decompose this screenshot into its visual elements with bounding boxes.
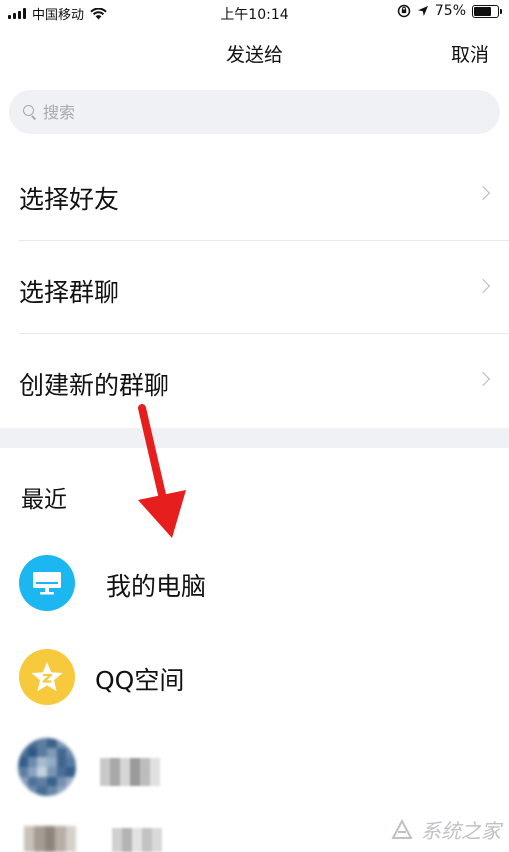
search-input[interactable] <box>43 102 463 122</box>
contact-row-qzone[interactable]: QQ空间 <box>0 636 509 730</box>
contact-name: 我的电脑 <box>106 572 207 601</box>
status-right: 75% <box>397 3 502 19</box>
page-title: 发送给 <box>225 44 283 66</box>
avatar <box>19 555 75 611</box>
select-group-label: 选择群聊 <box>19 278 120 307</box>
rotation-lock-icon <box>397 4 411 18</box>
search-box[interactable] <box>9 90 500 134</box>
cancel-button[interactable]: 取消 <box>451 40 489 67</box>
create-group-row[interactable]: 创建新的群聊 <box>0 334 509 427</box>
contact-name-redacted <box>100 758 160 786</box>
avatar <box>19 649 75 705</box>
create-group-label: 创建新的群聊 <box>19 371 170 400</box>
select-group-row[interactable]: 选择群聊 <box>0 241 509 334</box>
contact-row-blurred[interactable] <box>0 728 509 822</box>
watermark-text: 系统之家 <box>421 819 501 843</box>
chevron-right-icon <box>475 371 491 387</box>
watermark: 系统之家 <box>389 815 501 844</box>
chevron-right-icon <box>475 185 491 201</box>
nav-bar: 发送给 取消 <box>0 26 509 78</box>
battery-fill <box>474 6 492 16</box>
qzone-star-icon <box>31 662 63 692</box>
avatar <box>24 826 77 852</box>
avatar <box>18 738 76 796</box>
search-icon <box>23 105 37 119</box>
battery-icon <box>472 4 502 18</box>
location-icon <box>417 6 428 16</box>
contact-name-redacted <box>112 828 162 852</box>
watermark-logo-icon <box>391 818 413 839</box>
section-separator <box>0 428 509 448</box>
status-bar: 中国移动 上午10:14 75% <box>0 0 509 26</box>
select-friends-label: 选择好友 <box>19 185 120 214</box>
contact-row-my-computer[interactable]: 我的电脑 <box>0 542 509 636</box>
computer-icon <box>33 572 61 595</box>
contact-name: QQ空间 <box>95 666 185 695</box>
recent-section-title: 最近 <box>21 487 67 513</box>
battery-percent: 75% <box>434 3 466 19</box>
select-friends-row[interactable]: 选择好友 <box>0 148 509 241</box>
chevron-right-icon <box>475 278 491 294</box>
